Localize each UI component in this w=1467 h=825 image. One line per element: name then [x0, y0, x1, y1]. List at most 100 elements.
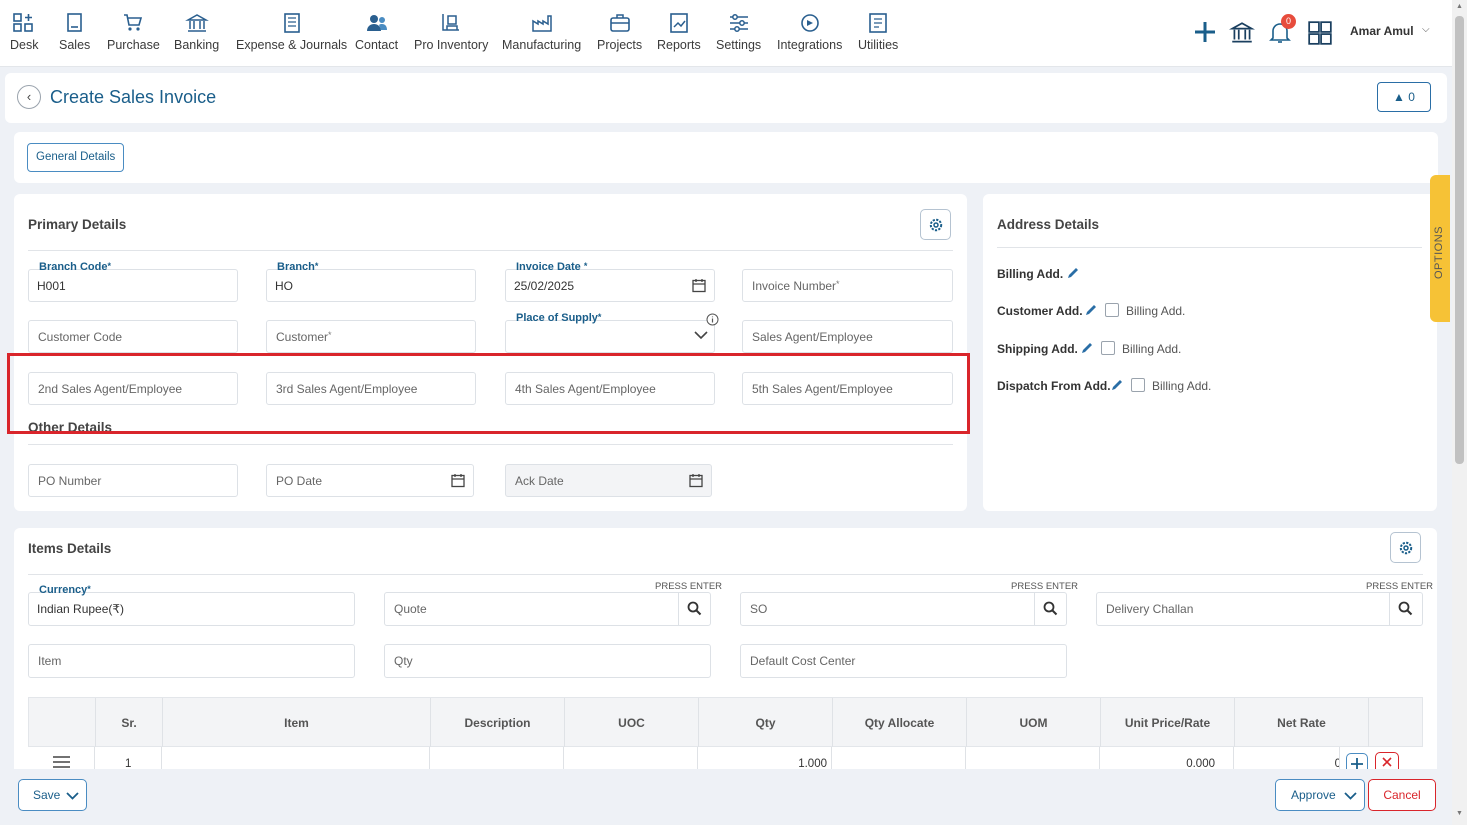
delivery-challan-search-field[interactable]: Delivery Challan — [1096, 592, 1423, 626]
user-name[interactable]: Amar Amul — [1350, 24, 1414, 38]
row-uom-cell[interactable] — [966, 747, 1100, 769]
nav-expense-journals[interactable]: Expense & Journals — [236, 12, 347, 52]
edit-dispatch-pencil-icon[interactable] — [1110, 378, 1124, 395]
row-uoc-cell[interactable] — [564, 747, 698, 769]
back-button[interactable]: ‹ — [17, 85, 41, 109]
nav-banking[interactable]: Banking — [174, 12, 219, 52]
row-unit-price-cell[interactable]: 0.000 — [1100, 747, 1234, 770]
invoice-number-field[interactable]: Invoice Number* — [742, 269, 953, 302]
projects-icon — [608, 12, 632, 34]
customer-same-as-billing-checkbox[interactable] — [1105, 303, 1119, 317]
inventory-icon — [439, 12, 463, 34]
bank-shortcut-icon[interactable] — [1228, 20, 1256, 49]
nav-contact[interactable]: Contact — [355, 12, 398, 52]
item-field[interactable]: Item — [28, 644, 355, 678]
calendar-icon[interactable] — [689, 473, 703, 491]
nav-reports[interactable]: Reports — [657, 12, 701, 52]
section-title-items: Items Details — [28, 541, 112, 556]
sales-agent-field[interactable]: Sales Agent/Employee — [742, 320, 953, 353]
column-header-description: Description — [431, 698, 565, 748]
search-icon — [687, 601, 702, 616]
nav-pro-inventory[interactable]: Pro Inventory — [414, 12, 488, 52]
chevron-down-icon[interactable]: ⌵ — [1422, 24, 1430, 35]
shipping-address-label: Shipping Add. — [997, 342, 1078, 356]
qty-field[interactable]: Qty — [384, 644, 711, 678]
tab-bar: General Details — [14, 132, 1438, 183]
nav-integrations[interactable]: Integrations — [777, 12, 842, 52]
desk-icon — [12, 12, 36, 34]
section-title-address: Address Details — [997, 217, 1100, 232]
po-date-field[interactable]: PO Date — [266, 464, 474, 497]
divider — [28, 250, 953, 251]
column-header-unit-price: Unit Price/Rate — [1101, 698, 1235, 748]
column-header-qty: Qty — [699, 698, 833, 748]
gear-icon — [929, 218, 943, 232]
options-side-tab[interactable]: OPTIONS — [1430, 175, 1450, 322]
add-icon[interactable] — [1193, 20, 1217, 47]
row-net-rate-cell[interactable]: 0 — [1234, 747, 1340, 769]
dispatch-same-as-billing-checkbox[interactable] — [1131, 378, 1145, 392]
nav-purchase[interactable]: Purchase — [107, 12, 160, 52]
primary-settings-button[interactable] — [920, 209, 951, 240]
column-header-net-rate: Net Rate — [1235, 698, 1369, 748]
nav-desk[interactable]: Desk — [10, 12, 38, 52]
row-qty-cell[interactable]: 1.000 — [698, 747, 832, 770]
quote-search-field[interactable]: Quote — [384, 592, 711, 626]
items-settings-button[interactable] — [1390, 532, 1421, 563]
column-header-sr: Sr. — [96, 698, 163, 748]
default-cost-center-field[interactable]: Default Cost Center — [740, 644, 1067, 678]
row-qty-allocate-cell[interactable] — [832, 747, 966, 769]
invoice-date-field[interactable]: Invoice Date * 25/02/2025 — [505, 261, 715, 302]
chevron-down-icon — [1344, 790, 1357, 804]
contact-icon — [365, 12, 389, 34]
divider — [28, 574, 1423, 575]
scroll-down-icon[interactable]: ▼ — [1456, 810, 1463, 817]
so-search-field[interactable]: SO — [740, 592, 1067, 626]
currency-field[interactable]: Currency* Indian Rupee(₹) — [28, 584, 355, 626]
scrollbar-thumb[interactable] — [1455, 16, 1464, 464]
table-row: 1 1.000 0.000 0 — [28, 747, 1423, 775]
row-description-cell[interactable] — [430, 747, 564, 769]
shipping-same-as-billing-checkbox[interactable] — [1101, 341, 1115, 355]
nav-utilities[interactable]: Utilities — [858, 12, 898, 52]
upload-button[interactable]: ▲ 0 — [1377, 82, 1431, 112]
reports-icon — [667, 12, 691, 34]
place-of-supply-select[interactable]: Place of Supply* — [505, 312, 719, 353]
po-number-field[interactable]: PO Number — [28, 464, 238, 497]
branch-field[interactable]: Branch* HO — [266, 261, 476, 302]
column-header-item: Item — [163, 698, 431, 748]
info-icon[interactable] — [706, 313, 719, 329]
customer-field[interactable]: Customer* — [266, 320, 476, 353]
row-drag-handle[interactable] — [28, 747, 95, 769]
nav-settings[interactable]: Settings — [716, 12, 761, 52]
customer-address-label: Customer Add. — [997, 304, 1083, 318]
notification-badge: 0 — [1281, 14, 1296, 29]
cancel-button[interactable]: Cancel — [1368, 779, 1436, 811]
customer-code-field[interactable]: Customer Code — [28, 320, 238, 353]
edit-billing-pencil-icon[interactable] — [1066, 266, 1080, 283]
tab-general-details[interactable]: General Details — [27, 143, 125, 172]
bank-icon — [184, 12, 209, 34]
calendar-icon[interactable] — [451, 473, 465, 491]
nav-manufacturing[interactable]: Manufacturing — [502, 12, 581, 52]
edit-shipping-pencil-icon[interactable] — [1080, 341, 1094, 358]
page-header: ‹ Create Sales Invoice ▲ 0 — [5, 73, 1447, 123]
branch-code-field[interactable]: Branch Code* H001 — [28, 261, 238, 302]
nav-sales[interactable]: Sales — [59, 12, 90, 52]
so-search-button[interactable] — [1034, 592, 1067, 626]
chevron-down-icon[interactable] — [694, 329, 708, 343]
row-item-cell[interactable] — [162, 747, 430, 769]
nav-projects[interactable]: Projects — [597, 12, 642, 52]
manufacturing-icon — [530, 12, 554, 34]
ack-date-field[interactable]: Ack Date — [505, 464, 712, 497]
apps-grid-icon[interactable] — [1307, 20, 1333, 49]
calendar-icon[interactable] — [692, 278, 706, 296]
save-button[interactable]: Save — [18, 779, 87, 811]
edit-customer-pencil-icon[interactable] — [1084, 303, 1098, 320]
approve-button[interactable]: Approve — [1275, 779, 1365, 811]
quote-search-button[interactable] — [678, 592, 711, 626]
delivery-challan-search-button[interactable] — [1389, 592, 1422, 626]
divider — [997, 247, 1422, 248]
vertical-scrollbar[interactable]: ▲ ▼ — [1452, 0, 1467, 825]
scroll-up-icon[interactable]: ▲ — [1456, 3, 1463, 10]
